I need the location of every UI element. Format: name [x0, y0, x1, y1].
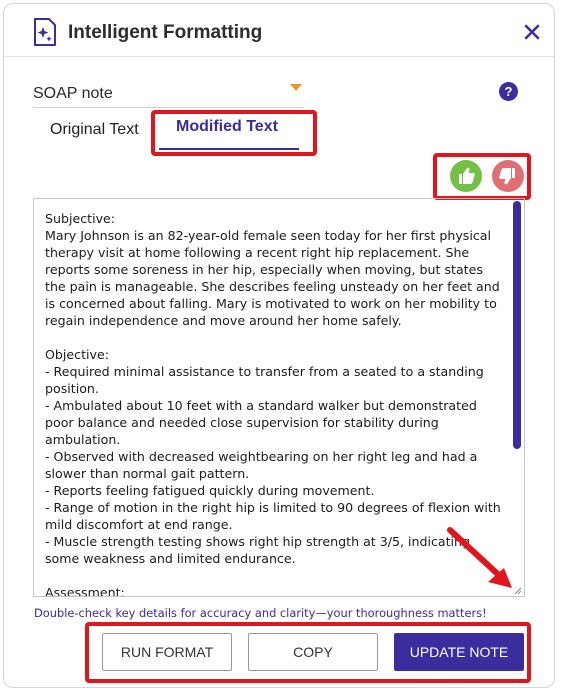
- highlight-box-tab: [151, 110, 317, 156]
- red-arrow-annotation: [447, 527, 512, 588]
- document-sparkle-icon: [34, 18, 56, 46]
- accuracy-hint: Double-check key details for accuracy an…: [34, 606, 487, 620]
- format-type-select[interactable]: SOAP note: [33, 80, 304, 108]
- highlight-box-feedback: [433, 153, 531, 200]
- tab-original-text[interactable]: Original Text: [50, 121, 139, 139]
- textarea-scrollbar[interactable]: [513, 201, 521, 449]
- format-type-value: SOAP note: [33, 85, 113, 102]
- panel-header: Intelligent Formatting: [4, 4, 554, 57]
- help-icon[interactable]: ?: [499, 82, 518, 101]
- close-icon[interactable]: [523, 23, 541, 41]
- note-text: Subjective: Mary Johnson is an 82-year-o…: [45, 211, 501, 597]
- highlight-box-actions: [85, 622, 531, 683]
- panel-title: Intelligent Formatting: [68, 22, 263, 43]
- caret-down-icon: [290, 84, 302, 91]
